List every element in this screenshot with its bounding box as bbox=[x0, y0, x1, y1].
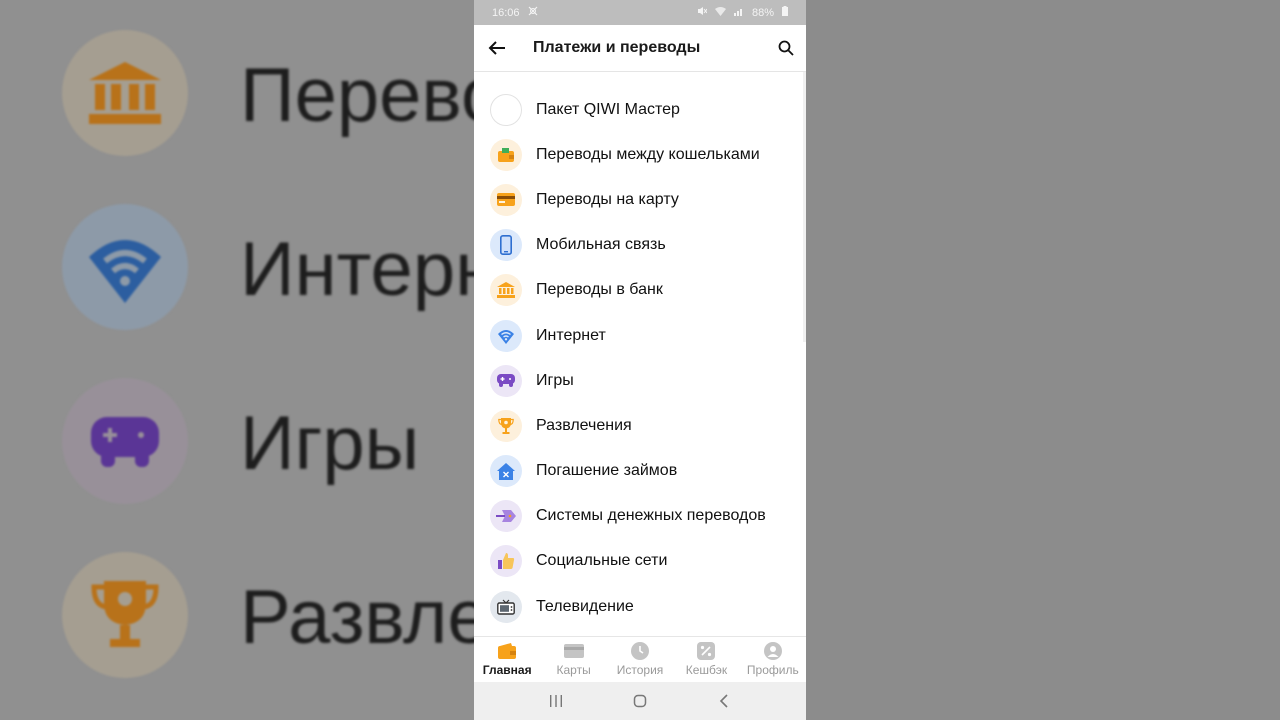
gamepad-icon bbox=[490, 364, 522, 397]
status-bar: 16:06 88% bbox=[474, 0, 806, 25]
background-left-blurred: Переводы Интернет Игры Развлечения bbox=[0, 0, 474, 720]
list-item-label: Социальные сети bbox=[536, 552, 668, 570]
house-icon bbox=[490, 455, 522, 488]
phone-icon bbox=[490, 229, 522, 262]
battery-level: 88% bbox=[751, 6, 774, 19]
mute-icon bbox=[697, 6, 708, 19]
payment-category-list: Пакет QIWI Мастер Переводы между кошельк… bbox=[474, 87, 806, 629]
tab-label: Кешбэк bbox=[685, 663, 728, 677]
list-item-tv[interactable]: Телевидение bbox=[474, 584, 806, 629]
list-item-label: Телевидение bbox=[536, 597, 634, 615]
wallet-icon bbox=[497, 642, 517, 660]
wifi-status-icon bbox=[714, 6, 726, 19]
thumbs-up-icon bbox=[490, 545, 522, 578]
tab-cards[interactable]: Карты bbox=[540, 637, 606, 683]
background-right-blurred bbox=[806, 0, 1280, 720]
tab-label: Главная bbox=[482, 663, 532, 677]
search-icon bbox=[778, 40, 794, 56]
list-item-internet[interactable]: Интернет bbox=[474, 313, 806, 358]
list-item-label: Игры bbox=[536, 371, 574, 389]
bg-row-transfers: Переводы bbox=[0, 22, 474, 172]
list-item-social[interactable]: Социальные сети bbox=[474, 539, 806, 584]
bg-text: Интернет bbox=[240, 227, 474, 312]
list-item-label: Пакет QIWI Мастер bbox=[536, 100, 680, 118]
list-item-bank-transfers[interactable]: Переводы в банк bbox=[474, 268, 806, 313]
battery-icon bbox=[782, 6, 788, 19]
tv-icon bbox=[490, 590, 522, 623]
list-item-label: Погашение займов bbox=[536, 462, 678, 480]
status-time: 16:06 bbox=[492, 6, 520, 19]
recent-apps-icon bbox=[550, 695, 562, 707]
signal-icon bbox=[733, 7, 744, 19]
bank-icon bbox=[490, 274, 522, 307]
tab-profile[interactable]: Профиль bbox=[740, 637, 806, 683]
notification-icon bbox=[528, 6, 538, 19]
card-icon bbox=[563, 642, 584, 660]
bg-row-games: Игры bbox=[0, 370, 474, 520]
wifi-icon bbox=[62, 204, 188, 330]
home-circle-icon bbox=[633, 694, 647, 708]
trophy-icon bbox=[62, 552, 188, 678]
gamepad-icon bbox=[62, 378, 188, 504]
page-title: Платежи и переводы bbox=[533, 39, 701, 56]
percent-icon bbox=[697, 642, 716, 660]
bottom-tab-bar: Главная Карты История Кешбэк Профиль bbox=[474, 636, 806, 683]
arrow-left-icon bbox=[488, 41, 505, 55]
back-button[interactable] bbox=[475, 25, 519, 71]
app-bar: Платежи и переводы bbox=[474, 25, 806, 72]
tab-cashback[interactable]: Кешбэк bbox=[673, 637, 739, 683]
back-nav-button[interactable] bbox=[704, 682, 744, 720]
list-item-qiwi-master[interactable]: Пакет QIWI Мастер bbox=[474, 87, 806, 132]
empty-icon bbox=[490, 93, 522, 126]
list-item-card-transfers[interactable]: Переводы на карту bbox=[474, 177, 806, 222]
wallet-icon bbox=[490, 138, 522, 171]
list-item-label: Развлечения bbox=[536, 416, 632, 434]
list-item-label: Интернет bbox=[536, 326, 606, 344]
search-button[interactable] bbox=[766, 25, 806, 71]
system-nav-bar bbox=[474, 682, 806, 720]
list-item-label: Переводы в банк bbox=[536, 281, 663, 299]
bg-text: Развлечения bbox=[240, 575, 474, 660]
tab-label: Профиль bbox=[746, 663, 799, 677]
wifi-icon bbox=[490, 319, 522, 352]
bank-icon bbox=[62, 30, 188, 156]
bg-row-internet: Интернет bbox=[0, 196, 474, 346]
chevron-left-icon bbox=[719, 694, 728, 708]
list-item-wallet-transfers[interactable]: Переводы между кошельками bbox=[474, 132, 806, 177]
transfer-icon bbox=[490, 500, 522, 533]
list-item-label: Мобильная связь bbox=[536, 236, 666, 254]
home-button[interactable] bbox=[620, 682, 660, 720]
list-item-label: Системы денежных переводов bbox=[536, 507, 766, 525]
list-item-mobile[interactable]: Мобильная связь bbox=[474, 223, 806, 268]
list-item-entertainment[interactable]: Развлечения bbox=[474, 403, 806, 448]
phone-screen: 16:06 88% Платежи и переводы Пакет QIWI … bbox=[474, 0, 806, 720]
bg-text: Переводы bbox=[240, 53, 474, 138]
bg-text: Игры bbox=[240, 401, 420, 486]
tab-label: История bbox=[616, 663, 664, 677]
list-item-label: Переводы между кошельками bbox=[536, 145, 760, 163]
list-item-label: Переводы на карту bbox=[536, 190, 679, 208]
list-item-loans[interactable]: Погашение займов bbox=[474, 449, 806, 494]
card-icon bbox=[490, 183, 522, 216]
trophy-icon bbox=[490, 409, 522, 442]
list-item-money-transfer-systems[interactable]: Системы денежных переводов bbox=[474, 494, 806, 539]
list-item-games[interactable]: Игры bbox=[474, 358, 806, 403]
bg-row-entertainment: Развлечения bbox=[0, 544, 474, 694]
tab-home[interactable]: Главная bbox=[474, 637, 540, 683]
tab-label: Карты bbox=[556, 663, 591, 677]
recent-apps-button[interactable] bbox=[536, 682, 576, 720]
user-icon bbox=[763, 642, 782, 660]
clock-icon bbox=[631, 642, 650, 660]
tab-history[interactable]: История bbox=[607, 637, 673, 683]
